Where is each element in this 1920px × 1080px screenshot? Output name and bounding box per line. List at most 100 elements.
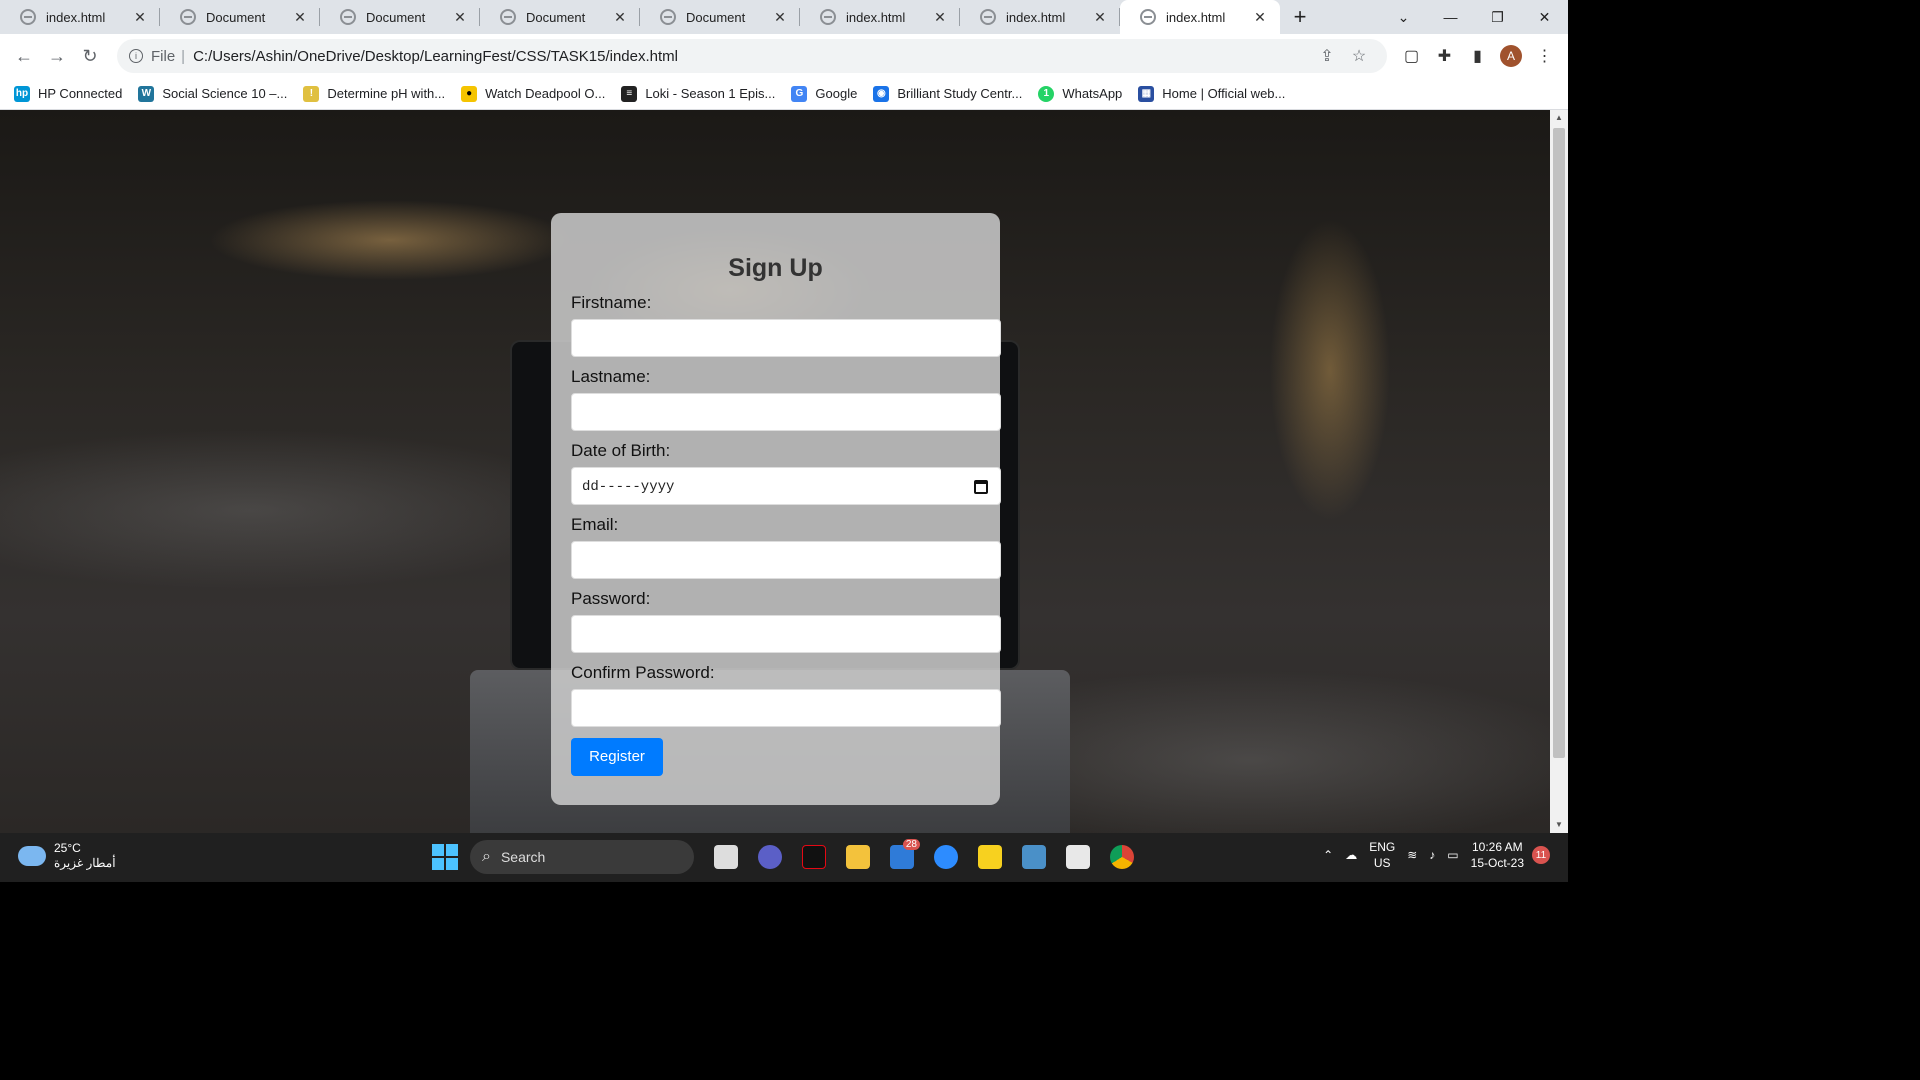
netflix-icon[interactable] xyxy=(794,839,834,875)
share-icon[interactable]: ⇪ xyxy=(1311,46,1343,66)
url-separator: | xyxy=(181,47,186,65)
email-input[interactable] xyxy=(571,541,1001,579)
file-explorer-icon[interactable] xyxy=(838,839,878,875)
scroll-down-arrow-icon[interactable]: ▼ xyxy=(1550,817,1568,833)
browser-tab[interactable]: Document ✕ xyxy=(640,0,800,34)
window-close-button[interactable]: ✕ xyxy=(1521,0,1568,34)
firstname-label: Firstname: xyxy=(571,293,652,312)
wifi-icon[interactable]: ≋ xyxy=(1407,847,1417,863)
volume-icon[interactable]: ♪ xyxy=(1429,847,1435,863)
globe-icon xyxy=(20,9,36,25)
weather-widget[interactable]: 25°C أمطار غزيرة xyxy=(18,841,116,871)
tab-strip: index.html ✕ Document ✕ Document ✕ Document… xyxy=(0,0,1568,34)
taskbar-search[interactable]: ⌕ Search xyxy=(470,840,694,874)
bookmark-item[interactable]: 1 WhatsApp xyxy=(1038,85,1122,102)
bookmarks-bar: hp HP Connected W Social Science 10 –... !… xyxy=(0,78,1568,110)
browser-tab[interactable]: Document ✕ xyxy=(480,0,640,34)
bookmark-item[interactable]: ≡ Loki - Season 1 Epis... xyxy=(621,85,776,102)
reload-button[interactable]: ↻ xyxy=(74,40,106,72)
weather-desc: أمطار غزيرة xyxy=(54,856,116,870)
teams-chat-icon[interactable] xyxy=(750,839,790,875)
mail-icon[interactable]: 28 xyxy=(882,839,922,875)
bookmark-item[interactable]: G Google xyxy=(791,85,857,102)
globe-icon xyxy=(500,9,516,25)
close-icon[interactable]: ✕ xyxy=(932,9,948,25)
chevron-up-icon[interactable]: ⌃ xyxy=(1323,848,1333,862)
scroll-up-arrow-icon[interactable]: ▲ xyxy=(1550,110,1568,126)
bookmark-label: Brilliant Study Centr... xyxy=(897,86,1023,101)
sticky-notes-icon[interactable] xyxy=(970,839,1010,875)
forward-button[interactable]: → xyxy=(41,40,73,72)
bookmark-label: Social Science 10 –... xyxy=(162,86,288,101)
side-panel-icon[interactable]: ▮ xyxy=(1461,40,1494,72)
new-tab-button[interactable]: + xyxy=(1280,0,1320,34)
bookmark-label: Watch Deadpool O... xyxy=(485,86,606,101)
profile-avatar[interactable]: A xyxy=(1500,45,1522,67)
extensions-puzzle-icon[interactable]: ✚ xyxy=(1428,40,1461,72)
firstname-input[interactable] xyxy=(571,319,1001,357)
bookmark-item[interactable]: ● Watch Deadpool O... xyxy=(461,85,606,102)
password-input[interactable] xyxy=(571,615,1001,653)
globe-icon xyxy=(820,9,836,25)
url-text[interactable]: C:/Users/Ashin/OneDrive/Desktop/Learning… xyxy=(193,48,1311,65)
language-indicator[interactable]: ENG US xyxy=(1369,839,1395,871)
wordpress-icon: W xyxy=(138,85,155,102)
browser-tab-active[interactable]: index.html ✕ xyxy=(1120,0,1280,34)
close-icon[interactable]: ✕ xyxy=(1252,9,1268,25)
minimize-button[interactable]: — xyxy=(1427,0,1474,34)
maximize-button[interactable]: ❐ xyxy=(1474,0,1521,34)
browser-tab[interactable]: Document ✕ xyxy=(160,0,320,34)
close-icon[interactable]: ✕ xyxy=(772,9,788,25)
bookmark-item[interactable]: ! Determine pH with... xyxy=(303,85,446,102)
tab-search-button[interactable]: ⌄ xyxy=(1380,0,1427,34)
calendar-icon[interactable] xyxy=(974,480,988,494)
menu-kebab-icon[interactable]: ⋮ xyxy=(1528,40,1561,72)
tab-title: Document xyxy=(206,9,266,25)
info-icon[interactable]: i xyxy=(129,49,143,63)
bookmark-item[interactable]: hp HP Connected xyxy=(14,85,123,102)
confirm-password-input[interactable] xyxy=(571,689,1001,727)
browser-tab[interactable]: index.html ✕ xyxy=(0,0,160,34)
browser-tab[interactable]: index.html ✕ xyxy=(960,0,1120,34)
tab-title: index.html xyxy=(846,9,906,25)
notification-badge[interactable]: 11 xyxy=(1532,846,1550,864)
register-button[interactable]: Register xyxy=(571,738,663,776)
page-scrollbar[interactable]: ▲ ▼ xyxy=(1550,110,1568,833)
calculator-icon[interactable] xyxy=(1014,839,1054,875)
dob-input[interactable]: dd-----yyyy xyxy=(571,467,1001,505)
bookmark-item[interactable]: W Social Science 10 –... xyxy=(138,85,288,102)
bookmark-star-icon[interactable]: ☆ xyxy=(1343,46,1375,66)
bookmark-label: Determine pH with... xyxy=(327,86,446,101)
zoom-icon[interactable] xyxy=(926,839,966,875)
tab-title: Document xyxy=(686,9,746,25)
browser-tab[interactable]: Document ✕ xyxy=(320,0,480,34)
clock[interactable]: 10:26 AM 15-Oct-23 xyxy=(1471,839,1524,871)
bookmark-item[interactable]: ▦ Home | Official web... xyxy=(1138,85,1285,102)
onedrive-icon[interactable]: ☁ xyxy=(1345,847,1357,863)
back-button[interactable]: ← xyxy=(8,40,40,72)
close-icon[interactable]: ✕ xyxy=(1092,9,1108,25)
globe-icon xyxy=(980,9,996,25)
close-icon[interactable]: ✕ xyxy=(132,9,148,25)
form-title: Sign Up xyxy=(728,254,823,282)
battery-icon[interactable]: ▭ xyxy=(1447,847,1458,863)
bookmark-item[interactable]: ◉ Brilliant Study Centr... xyxy=(873,85,1023,102)
mail-badge: 28 xyxy=(902,839,920,850)
bookmark-label: HP Connected xyxy=(38,86,123,101)
flask-icon: ! xyxy=(303,85,320,102)
window-controls: ⌄ — ❐ ✕ xyxy=(1380,0,1568,34)
browser-tab[interactable]: index.html ✕ xyxy=(800,0,960,34)
bookmark-label: Loki - Season 1 Epis... xyxy=(645,86,776,101)
notepad-icon[interactable] xyxy=(1058,839,1098,875)
close-icon[interactable]: ✕ xyxy=(292,9,308,25)
task-view-icon[interactable] xyxy=(706,839,746,875)
close-icon[interactable]: ✕ xyxy=(452,9,468,25)
extension-square-icon[interactable]: ▢ xyxy=(1395,40,1428,72)
scrollbar-thumb[interactable] xyxy=(1553,128,1565,758)
weather-temp: 25°C xyxy=(54,841,81,855)
windows-start-icon[interactable] xyxy=(430,842,460,872)
address-bar[interactable]: i File | C:/Users/Ashin/OneDrive/Desktop… xyxy=(117,39,1387,73)
close-icon[interactable]: ✕ xyxy=(612,9,628,25)
lastname-input[interactable] xyxy=(571,393,1001,431)
chrome-icon[interactable] xyxy=(1102,839,1142,875)
